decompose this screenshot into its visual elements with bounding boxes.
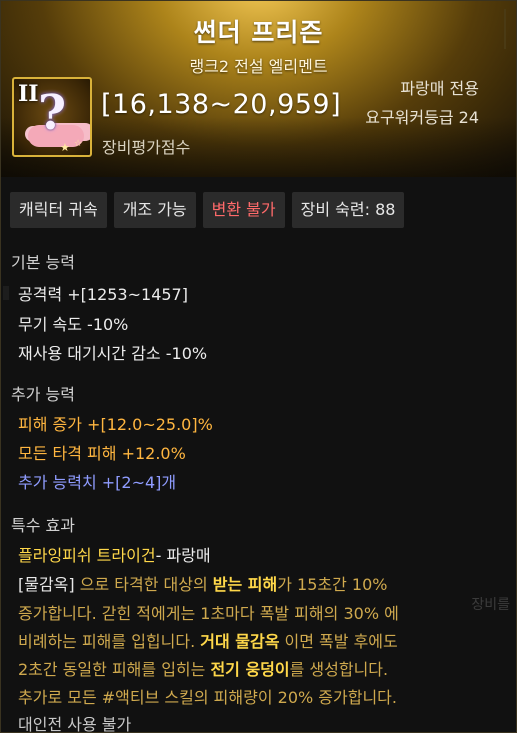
effect-desc-line-4: 2초간 동일한 피해를 입히는 전기 웅덩이를 생성합니다. — [18, 656, 388, 680]
question-mark-icon: ? — [38, 85, 67, 141]
effect-text: 이면 폭발 후에도 — [279, 632, 398, 651]
item-tooltip: 썬더 프리즌 랭크2 전설 엘리멘트 ? II ★ ☆ [16,138~20,9… — [0, 0, 517, 733]
special-effect-title: 특수 효과 — [11, 516, 75, 535]
basic-stats-title: 기본 능력 — [11, 253, 75, 272]
class-restriction: 파랑매 전용 — [400, 79, 479, 98]
effect-text: 가 15초간 10% — [277, 575, 388, 594]
rank-badge: II — [18, 81, 39, 107]
effect-desc-line-5: 추가로 모든 #액티브 스킬의 피해량이 20% 증가합니다. — [18, 688, 397, 707]
effect-text: 비례하는 피해를 입힙니다. — [18, 632, 201, 651]
required-level: 요구워커등급 24 — [365, 108, 479, 127]
effect-text: 으로 타격한 대상의 — [74, 575, 213, 594]
effect-text: 2초간 동일한 피해를 입히는 — [18, 660, 211, 679]
stat-cooldown: 재사용 대기시간 감소 -10% — [18, 344, 208, 363]
tag-not-convertible: 변환 불가 — [202, 192, 285, 228]
pvp-restriction: 대인전 사용 불가 — [18, 715, 132, 733]
effect-desc-line-3: 비례하는 피해를 입힙니다. 거대 물감옥 이면 폭발 후에도 — [18, 628, 398, 652]
effect-desc-line-1: [물감옥] 으로 타격한 대상의 받는 피해가 15초간 10% — [18, 571, 387, 595]
extra-stats-title: 추가 능력 — [11, 385, 75, 404]
gear-score-label: 장비평가점수 — [102, 138, 191, 157]
skill-class: - 파랑매 — [155, 546, 211, 565]
effect-keyword: 받는 피해 — [212, 575, 278, 594]
special-skill: 플라잉피쉬 트라이건- 파랑매 — [18, 542, 211, 566]
tag-proficiency: 장비 숙련: 88 — [291, 192, 405, 228]
tag-modifiable: 개조 가능 — [113, 192, 196, 228]
item-icon[interactable]: ? II ★ ☆ — [12, 77, 92, 157]
stat-attack: 공격력 +[1253~1457] — [18, 285, 188, 304]
stat-weapon-speed: 무기 속도 -10% — [18, 315, 129, 334]
effect-desc-line-2: 증가합니다. 갇힌 적에게는 1초마다 폭발 피해의 30% 에 — [18, 604, 399, 623]
stat-damage-increase: 피해 증가 +[12.0~25.0]% — [18, 415, 213, 434]
tag-character-bound: 캐릭터 귀속 — [10, 192, 107, 228]
item-tags: 캐릭터 귀속 개조 가능 변환 불가 장비 숙련: 88 — [10, 192, 405, 228]
effect-text: 를 생성합니다. — [289, 660, 389, 679]
background-fragment — [3, 286, 9, 300]
effect-keyword: 거대 물감옥 — [200, 632, 280, 651]
gear-score-range: [16,138~20,959] — [101, 89, 342, 120]
item-rarity: 랭크2 전설 엘리멘트 — [189, 57, 328, 76]
skill-name: 플라잉피쉬 트라이건 — [18, 546, 156, 565]
star-icon: ★ — [60, 141, 70, 154]
tooltip-header: 썬더 프리즌 랭크2 전설 엘리멘트 ? II ★ ☆ [16,138~20,9… — [1, 1, 516, 177]
background-text: 장비를 — [471, 597, 510, 613]
stat-all-hit-damage: 모든 타격 피해 +12.0% — [18, 444, 186, 463]
effect-keyword: 전기 웅덩이 — [210, 660, 290, 679]
stat-extra-count: 추가 능력치 +[2~4]개 — [18, 473, 177, 492]
item-name: 썬더 프리즌 — [193, 18, 324, 47]
effect-keyword: [물감옥] — [18, 575, 75, 594]
star-icon: ☆ — [74, 139, 83, 149]
